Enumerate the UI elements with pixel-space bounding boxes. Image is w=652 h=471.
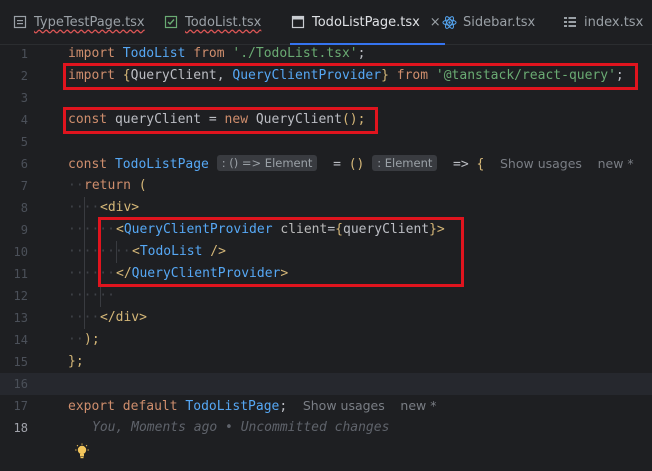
file-icon [290,14,306,30]
tab-label: Sidebar.tsx [463,14,536,30]
keyword: from [193,46,225,61]
lightbulb-icon[interactable] [74,443,90,461]
line-number: 18 [13,421,28,435]
code-line-8: <div> [100,197,139,219]
identifier: TodoList [122,46,186,61]
tab-label: TypeTestPage.tsx [34,14,145,30]
type-hint: : Element [372,155,438,171]
paren: ( [138,178,147,193]
line-number: 8 [20,201,28,215]
line-number: 10 [13,245,28,259]
code-line-13: </div> [100,307,147,329]
line-number: 3 [20,91,28,105]
code-line-14: ); [84,329,100,351]
operator: = [333,157,341,172]
brace: { [476,157,485,172]
string-literal: './TodoList.tsx' [232,46,358,61]
line-number: 9 [20,223,28,237]
show-usages-link[interactable]: Show usages [500,156,582,171]
current-line-highlight [0,373,652,395]
line-number: 12 [13,289,28,303]
semicolon: ; [279,399,288,414]
line-number: 1 [20,47,28,61]
line-number: 15 [13,355,28,369]
line-number: 4 [20,113,28,127]
whitespace-dots: ·· [68,332,84,347]
keyword: const [68,157,108,172]
keyword: return [84,178,131,193]
code-line-6: const TodoListPage : () => Element = () … [68,153,634,175]
line-number: 13 [13,311,28,325]
react-icon [441,14,457,30]
line-number: 2 [20,69,28,83]
highlight-box-import [63,63,638,90]
tab-label: TodoListPage.tsx [312,14,420,30]
whitespace-dots: ·· [68,178,84,193]
new-badge: new * [400,398,437,413]
brace: }; [68,354,84,369]
jsx-tag: </div> [100,310,147,325]
whitespace-dots: ······ [68,288,115,303]
code-line-7: return ( [84,175,147,197]
line-number: 11 [13,267,28,281]
code-line-1: import TodoList from './TodoList.tsx'; [68,43,365,65]
tab-index[interactable]: index.tsx [562,0,643,44]
identifier: TodoListPage [185,399,280,414]
tab-todolistpage[interactable]: TodoListPage.tsx × [290,0,445,45]
file-icon [12,14,28,30]
editor-tab-bar: TypeTestPage.tsx TodoList.tsx TodoListPa… [0,0,652,45]
highlight-box-provider [98,217,464,287]
line-number: 5 [20,135,28,149]
line-number: 16 [13,377,28,391]
identifier: TodoListPage [114,157,209,172]
line-number: 17 [13,399,28,413]
keyword: export [68,399,115,414]
type-hint: : () => Element [216,155,318,171]
tab-typetestpage[interactable]: TypeTestPage.tsx [12,0,145,44]
code-line-17: export default TodoListPage; Show usages… [68,395,436,417]
list-file-icon [562,14,578,30]
tab-sidebar[interactable]: Sidebar.tsx [441,0,535,44]
highlight-box-queryclient [63,107,378,134]
code-line-15: }; [68,351,84,373]
line-number: 7 [20,179,28,193]
indent-guide [84,197,85,329]
tab-label: TodoList.tsx [185,14,262,30]
arrow: => [453,157,469,172]
parens: () [348,157,365,172]
keyword: import [68,46,115,61]
close-icon[interactable]: × [430,15,441,30]
tab-label: index.tsx [584,14,644,30]
jsx-tag: <div> [100,200,140,215]
git-blame-annotation: You, Moments ago • Uncommitted changes [92,420,390,435]
semicolon: ; [357,46,366,61]
line-number: 14 [13,333,28,347]
line-number: 6 [20,157,28,171]
tab-todolist[interactable]: TodoList.tsx [163,0,261,44]
paren: ); [84,332,100,347]
keyword: default [122,399,178,414]
react-file-icon [163,14,179,30]
show-usages-link[interactable]: Show usages [303,398,385,413]
new-badge: new * [597,156,634,171]
code-line-18: You, Moments ago • Uncommitted changes [92,417,389,439]
